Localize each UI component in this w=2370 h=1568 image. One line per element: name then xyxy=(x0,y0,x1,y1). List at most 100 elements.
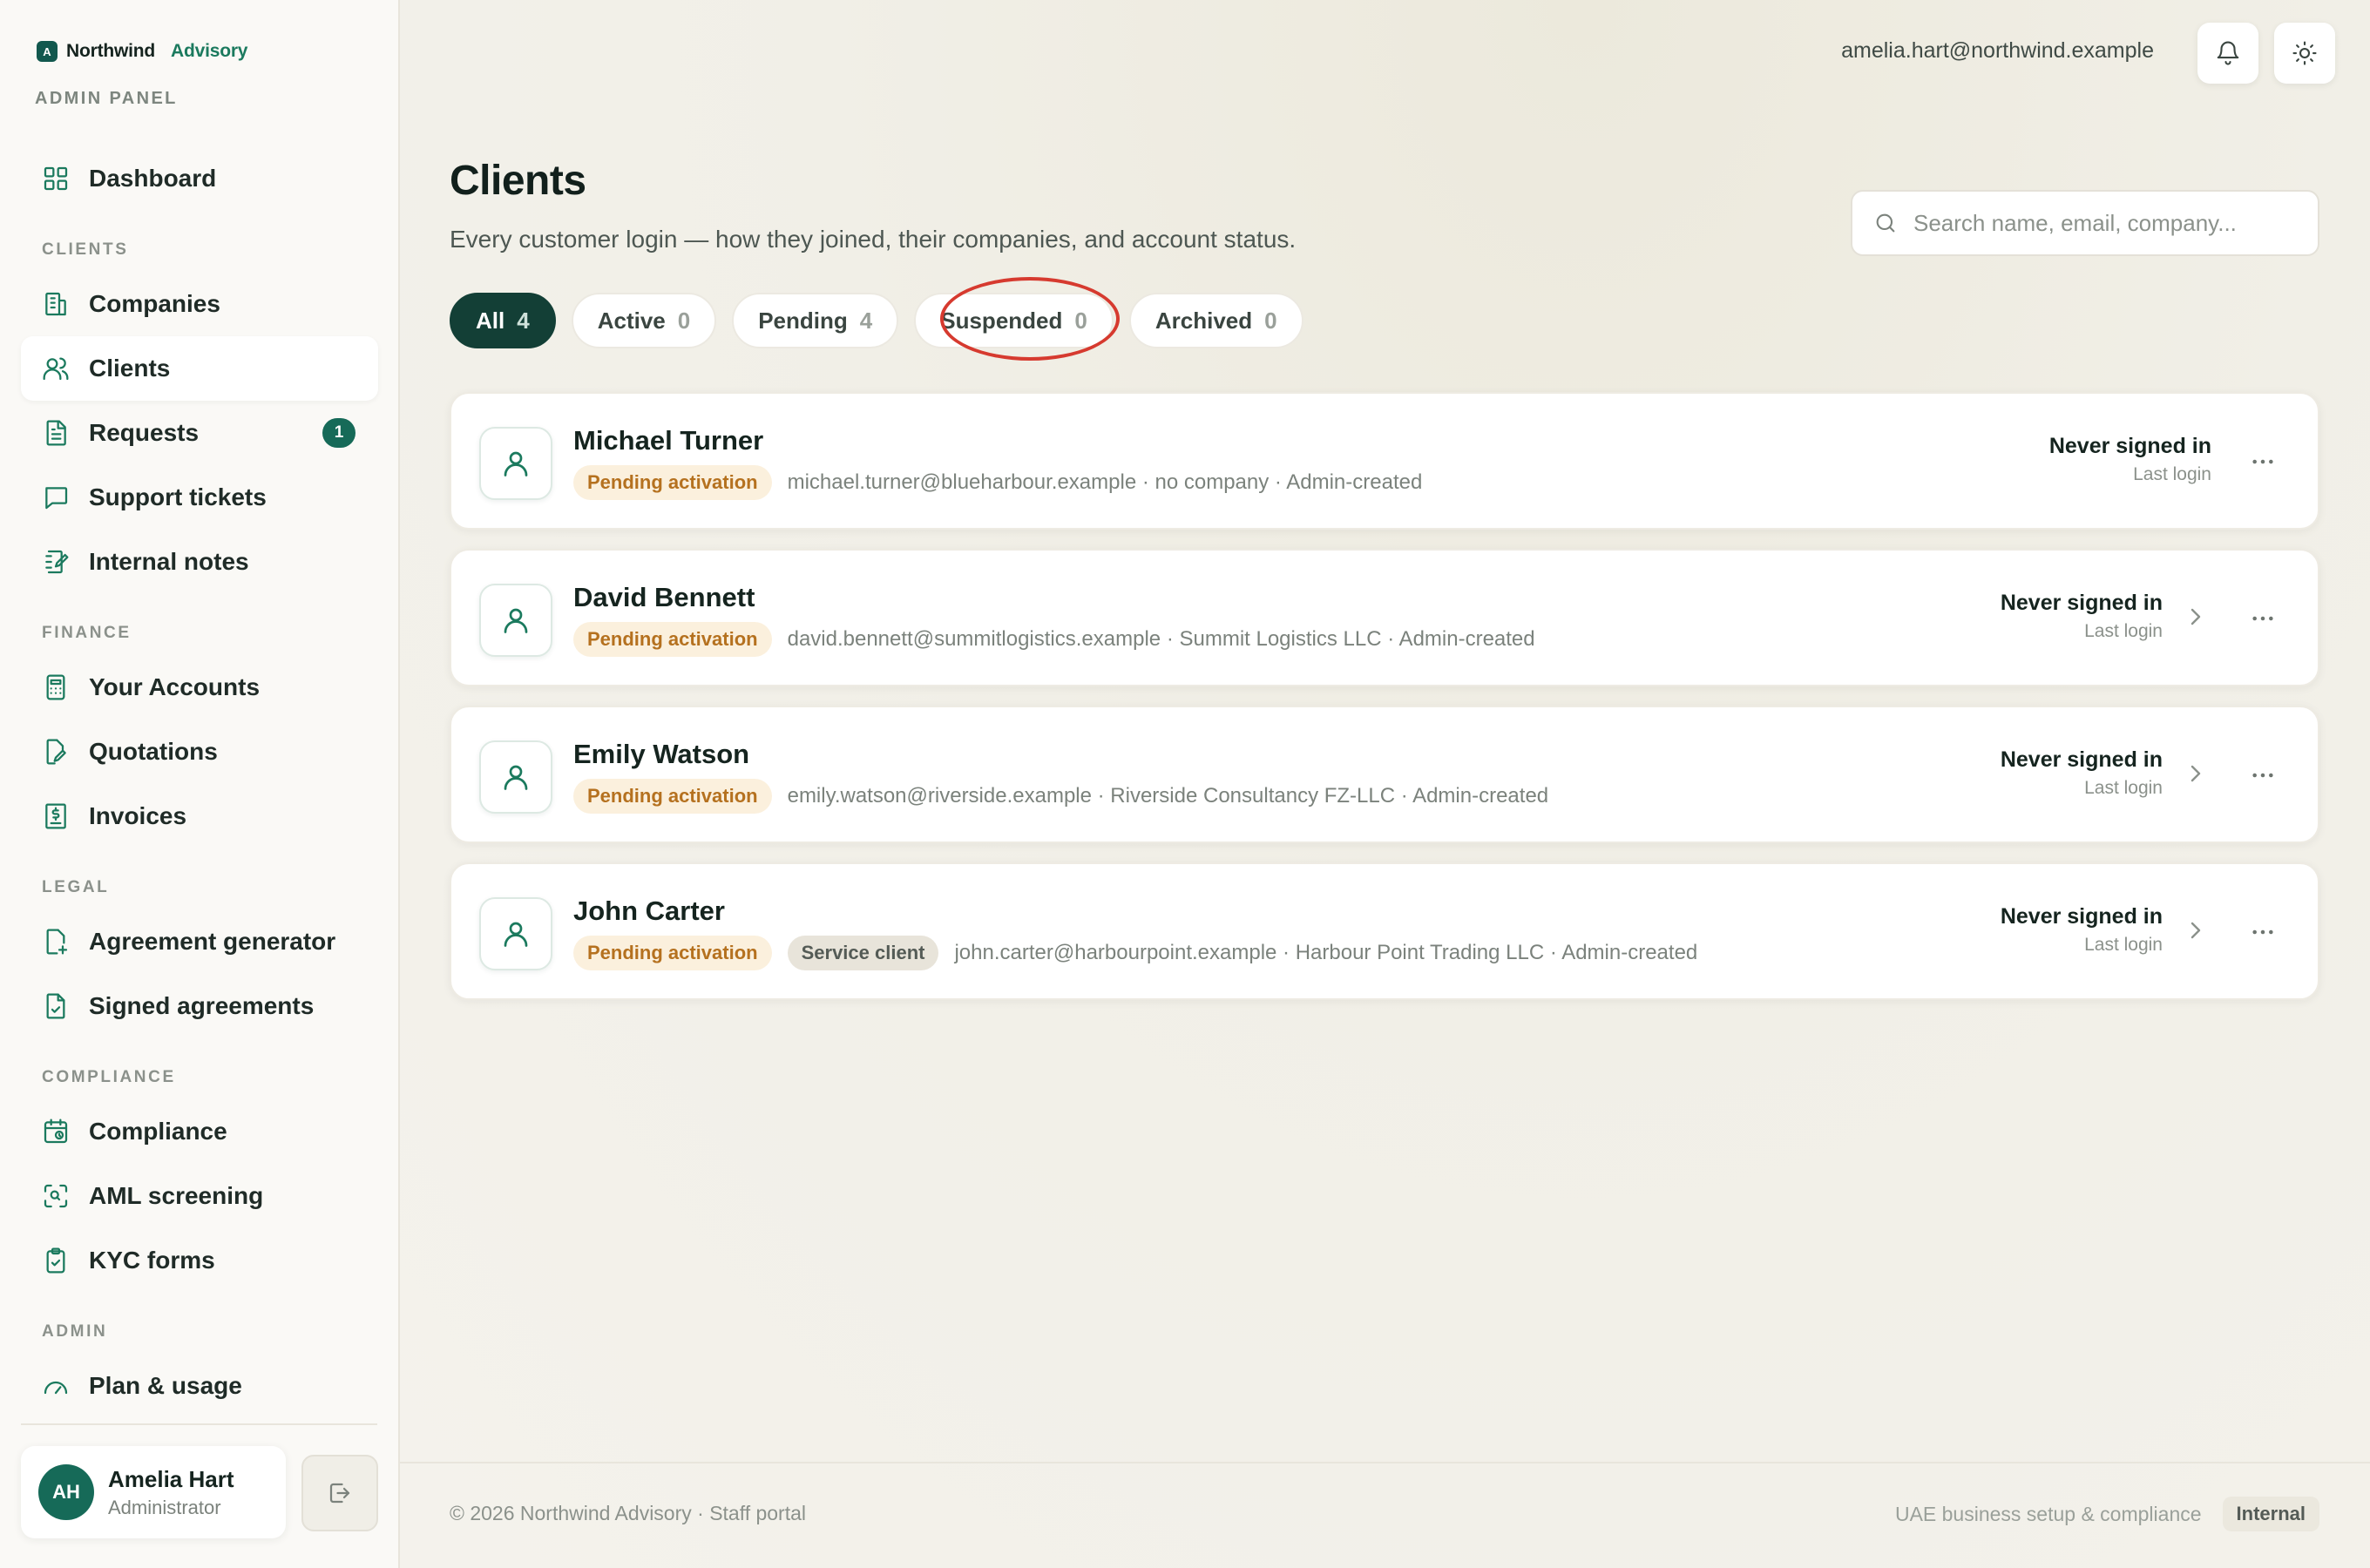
bell-icon xyxy=(2217,41,2239,65)
topbar-user-email: amelia.hart@northwind.example xyxy=(1841,38,2154,63)
more-horizontal-icon xyxy=(2252,773,2273,778)
clipboard-icon xyxy=(46,1247,65,1274)
notebook-icon-wrap xyxy=(42,548,70,576)
client-details: emily.watson@riverside.example · Riversi… xyxy=(787,784,1549,808)
more-horizontal-icon xyxy=(2252,459,2273,464)
building-icon-wrap xyxy=(42,290,70,318)
filter-count: 0 xyxy=(1264,307,1277,334)
document-icon xyxy=(46,420,66,446)
users-icon xyxy=(43,357,69,381)
client-row[interactable]: Michael Turner Pending activation michael.… xyxy=(450,392,2319,530)
brand-mark-icon: A xyxy=(37,41,58,62)
user-card[interactable]: AH Amelia Hart Administrator xyxy=(21,1446,286,1538)
client-details: john.carter@harbourpoint.example · Harbo… xyxy=(954,941,1698,964)
sidebar-item-your-accounts[interactable]: Your Accounts xyxy=(21,655,378,720)
search-input[interactable] xyxy=(1913,209,2297,237)
filter-pending[interactable]: Pending 4 xyxy=(732,293,899,348)
row-actions-button[interactable] xyxy=(2248,605,2278,632)
client-details: david.bennett@summitlogistics.example · … xyxy=(787,627,1535,651)
last-login: Never signed in Last login xyxy=(2001,747,2163,799)
footer-divider xyxy=(400,1462,2370,1463)
filter-label: Suspended xyxy=(940,307,1063,334)
client-row[interactable]: Emily Watson Pending activation emily.wats… xyxy=(450,706,2319,843)
sidebar-item-support-tickets[interactable]: Support tickets xyxy=(21,465,378,530)
sidebar-item-internal-notes[interactable]: Internal notes xyxy=(21,530,378,594)
file-plus-icon-wrap xyxy=(42,928,70,956)
filter-suspended[interactable]: Suspended 0 xyxy=(914,293,1114,348)
search-box[interactable] xyxy=(1851,190,2319,256)
login-label: Last login xyxy=(2084,778,2163,798)
file-plus-icon xyxy=(46,929,68,955)
login-label: Last login xyxy=(2133,464,2211,484)
client-list: Michael Turner Pending activation michael.… xyxy=(450,392,2319,1019)
dashboard-icon xyxy=(44,166,68,191)
nav-section-title: ADMIN xyxy=(42,1322,108,1341)
footer-tagline: UAE business setup & compliance xyxy=(1894,1502,2202,1525)
status-badge: Pending activation xyxy=(573,622,772,657)
row-actions-button[interactable] xyxy=(2248,761,2278,789)
open-client-button[interactable] xyxy=(2182,760,2210,787)
row-actions-button[interactable] xyxy=(2248,918,2278,946)
brand-logo[interactable]: A Northwind Advisory xyxy=(37,41,247,62)
sidebar-item-dashboard[interactable]: Dashboard xyxy=(21,146,378,211)
logout-button[interactable] xyxy=(301,1455,378,1531)
filter-all[interactable]: All 4 xyxy=(450,293,556,348)
theme-toggle-button[interactable] xyxy=(2274,23,2335,84)
user-name: Amelia Hart xyxy=(108,1465,234,1492)
sidebar-item-invoices[interactable]: Invoices xyxy=(21,784,378,848)
client-meta: Pending activation Service client john.car… xyxy=(573,936,1697,970)
status-badge: Pending activation xyxy=(573,936,772,970)
sidebar-item-label: Internal notes xyxy=(89,548,249,575)
scan-icon xyxy=(44,1184,68,1208)
client-row[interactable]: John Carter Pending activation Service cli… xyxy=(450,862,2319,1000)
sidebar-item-kyc-forms[interactable]: KYC forms xyxy=(21,1228,378,1293)
file-check-icon xyxy=(46,993,65,1019)
main-content: amelia.hart@northwind.example Clients Ev… xyxy=(400,0,2370,1568)
sidebar-item-quotations[interactable]: Quotations xyxy=(21,720,378,784)
user-role: Administrator xyxy=(108,1496,221,1518)
filter-count: 0 xyxy=(1074,307,1087,334)
notifications-button[interactable] xyxy=(2197,23,2258,84)
sidebar-item-compliance[interactable]: Compliance xyxy=(21,1099,378,1164)
sidebar-item-label: KYC forms xyxy=(89,1247,215,1274)
sun-icon xyxy=(2292,41,2317,65)
sidebar-item-aml-screening[interactable]: AML screening xyxy=(21,1164,378,1228)
users-icon-wrap xyxy=(42,355,70,382)
notebook-icon xyxy=(45,550,69,574)
client-tag-badge: Service client xyxy=(787,936,939,970)
sidebar-item-signed-agreements[interactable]: Signed agreements xyxy=(21,974,378,1038)
sidebar-item-requests[interactable]: Requests 1 xyxy=(21,401,378,465)
client-meta: Pending activation emily.watson@riverside… xyxy=(573,779,1548,814)
client-avatar xyxy=(479,897,552,970)
filter-count: 0 xyxy=(677,307,691,334)
sidebar-item-agreement-generator[interactable]: Agreement generator xyxy=(21,909,378,974)
sidebar-item-clients[interactable]: Clients xyxy=(21,336,378,401)
sidebar-item-companies[interactable]: Companies xyxy=(21,272,378,336)
user-info: Amelia Hart Administrator xyxy=(108,1466,234,1519)
user-icon xyxy=(504,451,528,476)
user-icon xyxy=(504,608,528,633)
page-subtitle: Every customer login — how they joined, … xyxy=(450,226,1297,253)
sidebar-item-label: AML screening xyxy=(89,1182,264,1209)
sidebar-item-label: Dashboard xyxy=(89,165,217,192)
filter-archived[interactable]: Archived 0 xyxy=(1128,293,1304,348)
sidebar-item-plan-usage[interactable]: Plan & usage xyxy=(21,1354,378,1418)
chevron-right-icon xyxy=(2191,765,2201,782)
client-row[interactable]: David Bennett Pending activation david.ben… xyxy=(450,549,2319,686)
scan-icon-wrap xyxy=(42,1182,70,1210)
filter-label: Active xyxy=(597,307,666,334)
login-status: Never signed in xyxy=(2000,591,2163,615)
filter-label: Pending xyxy=(758,307,848,334)
client-details: michael.turner@blueharbour.example · no … xyxy=(787,470,1423,494)
file-check-icon-wrap xyxy=(42,992,70,1020)
requests-count-badge: 1 xyxy=(322,418,356,448)
chevron-right-icon xyxy=(2191,608,2201,625)
page-title: Clients xyxy=(450,158,586,204)
filter-active[interactable]: Active 0 xyxy=(571,293,717,348)
row-actions-button[interactable] xyxy=(2248,448,2278,476)
sidebar-item-label: Requests xyxy=(89,419,200,446)
logout-icon xyxy=(329,1483,350,1504)
open-client-button[interactable] xyxy=(2182,916,2210,944)
login-status: Never signed in xyxy=(2000,747,2163,772)
open-client-button[interactable] xyxy=(2182,603,2210,631)
